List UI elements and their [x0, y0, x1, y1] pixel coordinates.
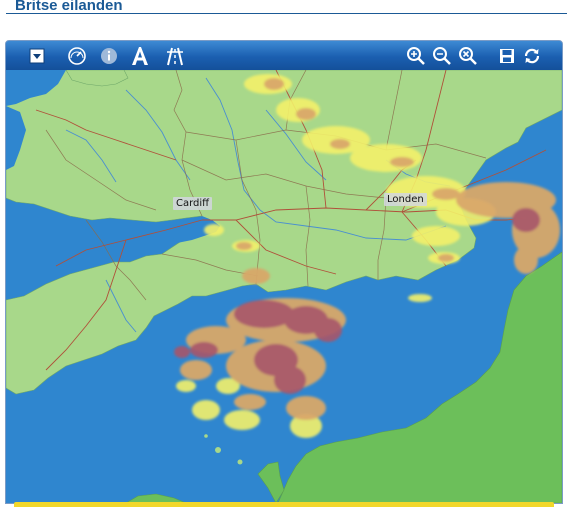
roads-button[interactable]	[164, 45, 186, 67]
speedometer-icon	[68, 47, 86, 65]
info-icon	[101, 48, 117, 64]
save-icon	[500, 49, 514, 63]
text-labels-icon	[132, 47, 148, 65]
zoom-out-button[interactable]	[431, 45, 453, 67]
radar-map-canvas	[6, 69, 562, 503]
zoom-out-icon	[433, 47, 451, 65]
zoom-in-icon	[407, 47, 425, 65]
map-toolbar	[6, 41, 562, 70]
zoom-reset-icon	[459, 47, 477, 65]
zoom-in-button[interactable]	[405, 45, 427, 67]
legend-bar	[14, 502, 554, 507]
radar-map[interactable]: Cardiff Londen	[6, 69, 562, 503]
city-label-london: Londen	[384, 193, 427, 206]
map-widget: Cardiff Londen	[5, 40, 563, 504]
refresh-button[interactable]	[521, 45, 543, 67]
page-title: Britse eilanden	[15, 0, 123, 14]
title-divider	[6, 13, 567, 14]
save-button[interactable]	[496, 45, 518, 67]
city-label-cardiff: Cardiff	[173, 197, 213, 210]
zoom-reset-button[interactable]	[457, 45, 479, 67]
info-button[interactable]	[98, 45, 120, 67]
labels-button[interactable]	[129, 45, 151, 67]
speed-button[interactable]	[66, 45, 88, 67]
dropdown-icon	[29, 48, 45, 64]
refresh-icon	[524, 48, 540, 64]
road-icon	[167, 47, 183, 66]
dropdown-button[interactable]	[26, 45, 48, 67]
